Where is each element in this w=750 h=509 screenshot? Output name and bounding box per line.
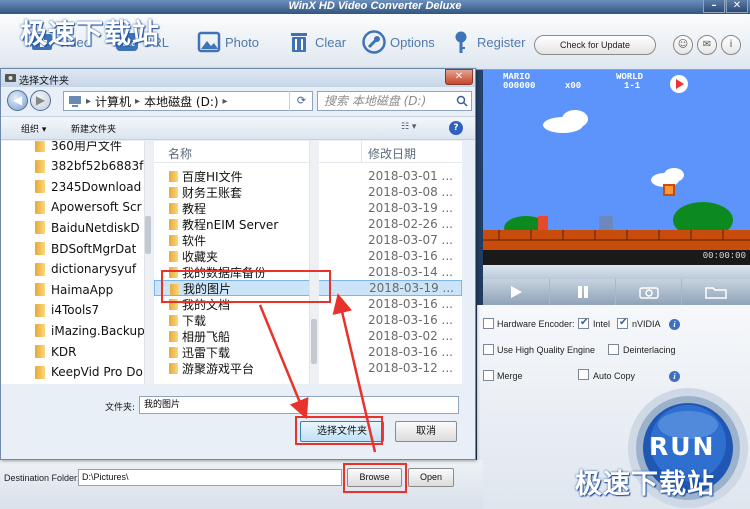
annotation-arrows — [258, 293, 377, 453]
watermark-top: 极速下载站 — [20, 19, 160, 50]
watermark-bottom: 极速下载站 — [575, 469, 715, 500]
